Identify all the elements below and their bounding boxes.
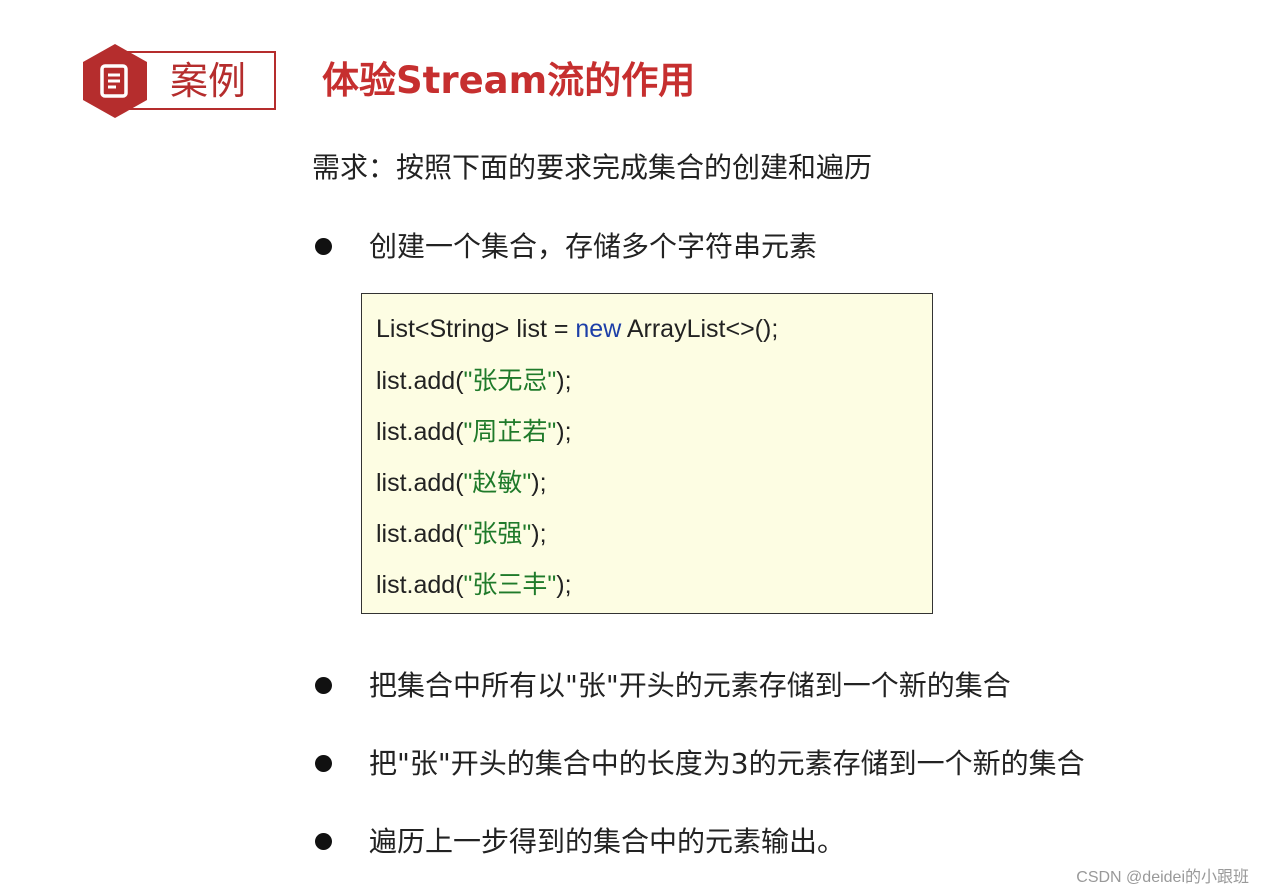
code-line-add: list.add("张三丰"); xyxy=(376,568,572,602)
code-text: list.add( xyxy=(376,367,464,395)
bullet-dot xyxy=(315,755,332,772)
code-string: "张三丰" xyxy=(463,571,557,599)
code-line-add: list.add("张强"); xyxy=(376,517,547,551)
code-text: ArrayList<>(); xyxy=(621,315,779,343)
document-icon xyxy=(83,44,147,118)
bullet-dot xyxy=(315,677,332,694)
code-string: "张强" xyxy=(463,520,532,548)
code-string: "赵敏" xyxy=(463,469,532,497)
bullet-item-filter-zhang: 把集合中所有以"张"开头的元素存储到一个新的集合 xyxy=(369,669,1011,702)
code-string: "张无忌" xyxy=(463,367,557,395)
code-line-add: list.add("张无忌"); xyxy=(376,364,572,398)
code-text: ); xyxy=(556,367,572,395)
code-block: List<String> list = new ArrayList<>(); l… xyxy=(361,293,933,614)
code-text: list.add( xyxy=(376,469,464,497)
bullet-dot xyxy=(315,833,332,850)
code-line-add: list.add("赵敏"); xyxy=(376,466,547,500)
bullet-dot xyxy=(315,238,332,255)
code-string: "周芷若" xyxy=(463,418,557,446)
code-text: ); xyxy=(556,571,572,599)
code-text: ); xyxy=(556,418,572,446)
watermark: CSDN @deidei的小跟班 xyxy=(1076,869,1249,886)
code-text: list.add( xyxy=(376,418,464,446)
code-text: ); xyxy=(531,520,547,548)
bullet-item-filter-length: 把"张"开头的集合中的长度为3的元素存储到一个新的集合 xyxy=(369,747,1085,780)
requirement-text: 需求：按照下面的要求完成集合的创建和遍历 xyxy=(312,151,873,184)
code-text: list.add( xyxy=(376,571,464,599)
bullet-item-create-list: 创建一个集合，存储多个字符串元素 xyxy=(369,230,818,263)
case-label: 案例 xyxy=(170,59,247,103)
code-text: list.add( xyxy=(376,520,464,548)
code-keyword: new xyxy=(575,315,622,343)
bullet-item-print: 遍历上一步得到的集合中的元素输出。 xyxy=(369,825,846,858)
page-title: 体验Stream流的作用 xyxy=(322,59,696,102)
code-text: ); xyxy=(531,469,547,497)
code-line-add: list.add("周芷若"); xyxy=(376,415,572,449)
code-text: List<String> list = xyxy=(376,315,576,343)
case-badge xyxy=(83,44,147,118)
code-line-declaration: List<String> list = new ArrayList<>(); xyxy=(376,312,778,346)
